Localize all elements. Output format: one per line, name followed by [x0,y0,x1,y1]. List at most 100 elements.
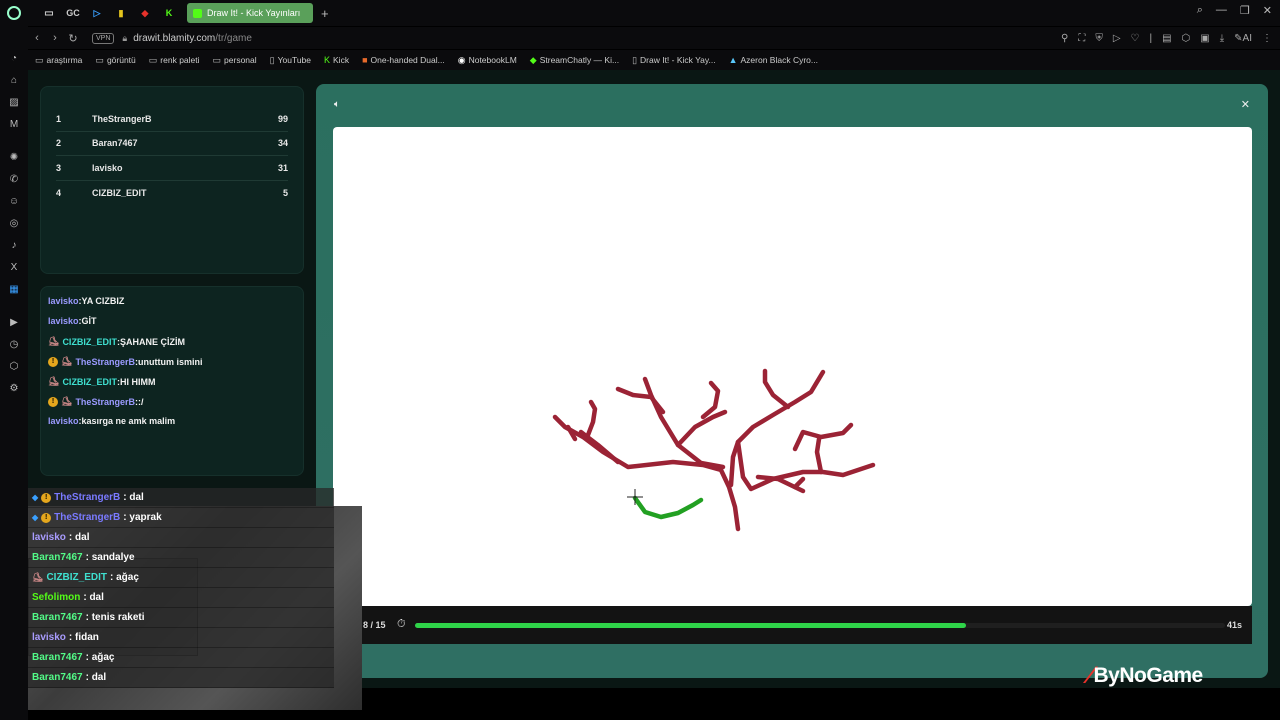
bookmark-folder[interactable]: ▭ araştırma [35,55,82,66]
chat-user: lavisko [48,316,79,326]
url-host: drawit.blamity.com [133,32,216,44]
notes-icon[interactable]: M [7,117,21,131]
drawing-stroke [735,439,876,492]
close-icon[interactable]: ✕ [1263,4,1272,17]
bag-icon[interactable]: ⌂ [7,73,21,87]
notes-icon[interactable]: ▤ [1162,33,1171,44]
bookmark-link[interactable]: ■ One-handed Dual... [362,55,445,65]
overlay-chat-row: Sefolimon: dal [28,588,334,608]
drawing-stroke [814,436,824,475]
bookmark-label: One-handed Dual... [370,55,445,65]
chat-user: lavisko [48,416,79,426]
whatsapp-icon[interactable]: ✆ [7,172,21,186]
bookmark-link[interactable]: ▯ Draw It! - Kick Yay... [632,55,716,66]
bookmark-folder[interactable]: ▭ görüntü [95,55,135,66]
chat-message: ⛸ CIZBIZ_EDIT: HI HIMM [48,376,156,387]
bookmark-label: renk paleti [160,55,200,65]
forward-icon[interactable]: › [46,32,64,44]
overlay-chat-user: TheStrangerB [54,512,121,523]
heart-icon[interactable]: ♡ [1131,33,1140,44]
search-icon[interactable]: ⌕ [1197,4,1203,17]
restore-icon[interactable]: ❐ [1240,4,1250,17]
scoreboard: 1 TheStrangerB 99 2 Baran7467 34 3 lavisko 31 … [40,86,304,274]
menu-icon[interactable]: ⋮ [1262,33,1272,44]
overlay-chat-text: : dal [68,532,90,543]
overlay-chat-text: : dal [83,592,104,603]
play-icon[interactable]: ▷ [1113,33,1121,44]
score-row: 1 TheStrangerB 99 [56,107,288,132]
pinned-tab-bars[interactable]: ▮ [114,7,128,19]
bookmark-folder[interactable]: ▭ renk paleti [149,55,200,66]
chatgpt-icon[interactable]: ✺ [7,150,21,164]
pinned-tab-icon[interactable]: ▭ [42,7,56,19]
ai-button[interactable]: ✎AI [1234,33,1252,44]
score-rank: 2 [56,138,62,149]
score-row: 2 Baran7467 34 [56,132,288,156]
browser-sidebar: ◔ ⌂ ▨ M ✺ ✆ ☺ ◎ ♪ X ▦ ▶ ◷ ⬡ ⚙ [0,26,28,720]
bookmark-label: personal [224,55,257,65]
extension-image-icon[interactable]: ▣ [1200,33,1209,44]
boot-badge-icon: ⛸ [32,572,44,582]
url-field[interactable]: drawit.blamity.com/tr/game [133,33,252,44]
score-name: lavisko [92,162,123,173]
shield-icon[interactable]: ⛨ [1095,33,1103,44]
bookmark-folder[interactable]: ▭ personal [213,55,257,66]
time-progress-track [415,623,1225,628]
back-icon[interactable]: ‹ [28,32,46,44]
wallet-icon[interactable]: ▨ [7,95,21,109]
bookmark-link[interactable]: ◉ NotebookLM [458,55,517,66]
download-icon[interactable]: ⤓ [1220,33,1224,44]
tiktok-icon[interactable]: ♪ [7,238,21,252]
overlay-chat-text: : dal [123,492,144,503]
discord-icon[interactable]: ☺ [7,194,21,208]
notebooklm-icon: ◉ [457,54,466,65]
speaker-icon[interactable]: 🔈︎ [334,99,340,110]
new-tab-button[interactable]: + [321,6,329,21]
player-icon[interactable]: ▶ [7,315,21,329]
lock-icon[interactable]: 🔒︎ [122,33,127,44]
pinned-tab-diamond[interactable]: ◆ [138,7,152,19]
score-points: 99 [277,113,288,124]
minimize-icon[interactable]: — [1216,4,1227,17]
drawing-stroke [642,376,726,470]
score-points: 5 [282,187,288,198]
pinned-tab-play[interactable]: ▷ [90,7,104,19]
score-name: TheStrangerB [92,113,152,124]
score-name: CIZBIZ_EDIT [92,187,147,198]
overlay-chat-user: Baran7467 [32,672,83,683]
close-icon[interactable]: ✕ [1241,98,1250,111]
chat-user: CIZBIZ_EDIT [62,336,117,347]
opera-logo-icon[interactable] [7,6,21,20]
speed-dial-icon[interactable]: ◔ [7,51,21,65]
bookmark-link[interactable]: ▲ Azeron Black Cyro... [729,55,818,65]
extensions-icon[interactable]: ⬡ [7,359,21,373]
tab-draw-it[interactable]: Draw It! - Kick Yayınları [187,3,313,23]
extensions-icon[interactable]: ⬡ [1182,33,1191,44]
app-icon: ■ [362,55,368,65]
chat-text: unuttum ismini [137,356,203,367]
bookmark-link[interactable]: K Kick [324,55,349,65]
x-icon[interactable]: X [7,260,21,274]
overlay-chat-text: : dal [85,672,107,683]
overlay-chat-text: : fidan [68,632,99,643]
bookmark-label: StreamChatly — Ki... [539,55,620,65]
drawing-canvas[interactable] [333,127,1252,606]
chat-user: TheStrangerB [75,396,135,407]
pinned-tab-kick[interactable]: K [162,7,176,19]
app-icon[interactable]: ▦ [7,282,21,296]
instagram-icon[interactable]: ◎ [7,216,21,230]
score-row: 3 lavisko 31 [56,156,288,181]
pin-icon[interactable]: ⚲ [1061,33,1068,44]
pinned-tab-gc[interactable]: GC [66,7,80,19]
snapshot-icon[interactable]: ⛶ [1078,33,1085,44]
chat-panel[interactable]: lavisko: YA CIZBIZ lavisko: GİT ⛸ CIZBIZ_ED… [40,286,304,476]
overlay-chat-user: lavisko [32,632,66,643]
drawing-stroke [762,368,791,410]
reload-icon[interactable]: ↻ [64,32,82,45]
overlay-chat-row: ⛸ CIZBIZ_EDIT: ağaç [28,568,334,588]
bookmark-link[interactable]: ▯ YouTube [270,55,311,66]
history-icon[interactable]: ◷ [7,337,21,351]
vpn-badge[interactable]: VPN [92,32,115,44]
bookmark-link[interactable]: ◆ StreamChatly — Ki... [530,55,619,66]
settings-icon[interactable]: ⚙ [7,381,21,395]
